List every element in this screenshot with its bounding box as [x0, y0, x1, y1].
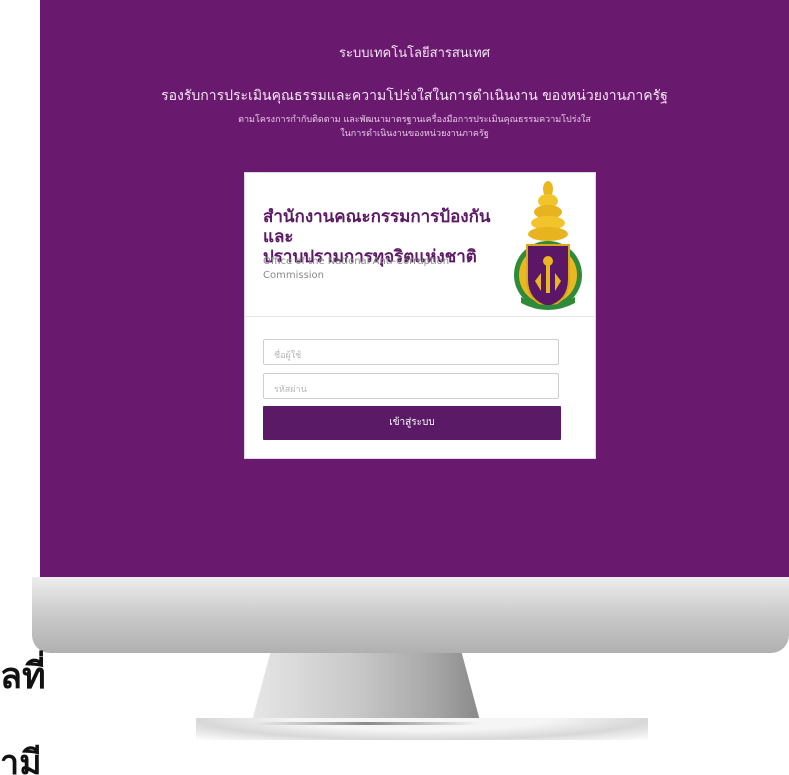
login-screen: ระบบเทคโนโลยีสารสนเทศ รองรับการประเมินคุ…	[40, 0, 789, 578]
org-name-thai-line1: สำนักงานคณะกรรมการป้องกันและ	[263, 207, 491, 247]
system-subtitle: รองรับการประเมินคุณธรรมและความโปร่งใสในก…	[161, 88, 668, 104]
login-button[interactable]: เข้าสู่ระบบ	[263, 406, 561, 440]
card-header: สำนักงานคณะกรรมการป้องกันและ ปราบปรามการ…	[245, 173, 595, 317]
project-description-line1: ตามโครงการกำกับติดตาม และพัฒนามาตรฐานเคร…	[238, 115, 591, 125]
org-name-english: Office of the National Anti-Corruption C…	[263, 256, 450, 281]
monitor-stand	[252, 653, 480, 721]
password-input[interactable]: รหัสผ่าน	[263, 373, 559, 399]
system-title: ระบบเทคโนโลยีสารสนเทศ	[339, 46, 490, 61]
monitor-base-edge	[254, 722, 480, 725]
nacc-emblem-icon	[514, 181, 582, 310]
login-card: สำนักงานคณะกรรมการป้องกันและ ปราบปรามการ…	[244, 172, 596, 459]
monitor-bezel	[32, 577, 789, 653]
project-description: ตามโครงการกำกับติดตาม และพัฒนามาตรฐานเคร…	[40, 113, 789, 141]
background-text-fragment: ามี	[0, 743, 42, 775]
background-text-fragment: ลที่	[0, 656, 46, 692]
username-input[interactable]: ชื่อผู้ใช้	[263, 339, 559, 365]
project-description-line2: ในการดำเนินงานของหน่วยงานภาครัฐ	[340, 129, 489, 139]
